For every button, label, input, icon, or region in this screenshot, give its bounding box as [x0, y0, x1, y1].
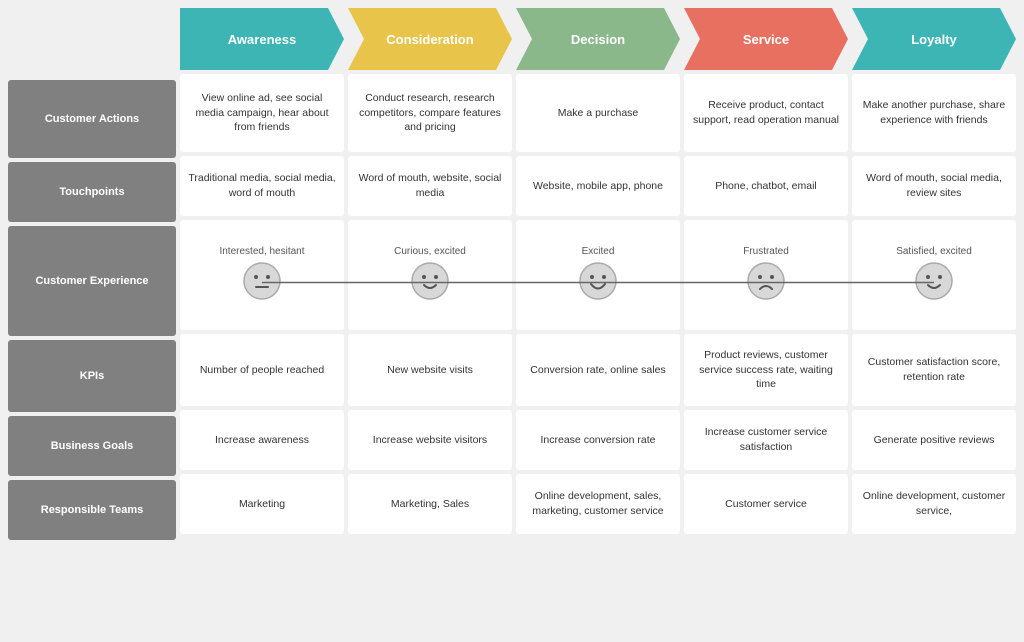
stage-header-loyalty: Loyalty: [852, 8, 1016, 70]
stage-header-awareness: Awareness: [180, 8, 344, 70]
touchpoints-decision: Website, mobile app, phone: [516, 156, 680, 216]
teams-loyalty: Online development, customer service,: [852, 474, 1016, 534]
kpis-consideration: New website visits: [348, 334, 512, 406]
label-touchpoints: Touchpoints: [8, 162, 176, 222]
goals-awareness: Increase awareness: [180, 410, 344, 470]
emotion-face-decision: [578, 261, 618, 304]
emotion-face-service: [746, 261, 786, 304]
stages-wrapper: AwarenessView online ad, see social medi…: [180, 8, 1016, 634]
kpis-loyalty: Customer satisfaction score, retention r…: [852, 334, 1016, 406]
goals-service: Increase customer service satisfaction: [684, 410, 848, 470]
stage-header-consideration: Consideration: [348, 8, 512, 70]
journey-map: Customer Actions Touchpoints Customer Ex…: [0, 0, 1024, 642]
stage-header-service: Service: [684, 8, 848, 70]
kpis-service: Product reviews, customer service succes…: [684, 334, 848, 406]
touchpoints-loyalty: Word of mouth, social media, review site…: [852, 156, 1016, 216]
label-customer-actions: Customer Actions: [8, 80, 176, 158]
actions-awareness: View online ad, see social media campaig…: [180, 74, 344, 152]
label-teams: Responsible Teams: [8, 480, 176, 540]
teams-service: Customer service: [684, 474, 848, 534]
stage-col-service: ServiceReceive product, contact support,…: [684, 8, 848, 634]
touchpoints-service: Phone, chatbot, email: [684, 156, 848, 216]
touchpoints-awareness: Traditional media, social media, word of…: [180, 156, 344, 216]
goals-consideration: Increase website visitors: [348, 410, 512, 470]
emotion-consideration: Curious, excited: [348, 220, 512, 330]
emotion-text-consideration: Curious, excited: [394, 246, 466, 257]
emotion-text-loyalty: Satisfied, excited: [896, 246, 972, 257]
actions-decision: Make a purchase: [516, 74, 680, 152]
teams-awareness: Marketing: [180, 474, 344, 534]
actions-service: Receive product, contact support, read o…: [684, 74, 848, 152]
emotion-face-loyalty: [914, 261, 954, 304]
stage-col-loyalty: LoyaltyMake another purchase, share expe…: [852, 8, 1016, 634]
emotion-awareness: Interested, hesitant: [180, 220, 344, 330]
label-goals: Business Goals: [8, 416, 176, 476]
emotion-service: Frustrated: [684, 220, 848, 330]
emotion-loyalty: Satisfied, excited: [852, 220, 1016, 330]
kpis-decision: Conversion rate, online sales: [516, 334, 680, 406]
label-column: Customer Actions Touchpoints Customer Ex…: [8, 80, 176, 634]
teams-consideration: Marketing, Sales: [348, 474, 512, 534]
touchpoints-consideration: Word of mouth, website, social media: [348, 156, 512, 216]
emotion-face-consideration: [410, 261, 450, 304]
goals-decision: Increase conversion rate: [516, 410, 680, 470]
stage-header-decision: Decision: [516, 8, 680, 70]
kpis-awareness: Number of people reached: [180, 334, 344, 406]
label-kpis: KPIs: [8, 340, 176, 412]
stage-col-consideration: ConsiderationConduct research, research …: [348, 8, 512, 634]
goals-loyalty: Generate positive reviews: [852, 410, 1016, 470]
stage-col-decision: DecisionMake a purchaseWebsite, mobile a…: [516, 8, 680, 634]
actions-loyalty: Make another purchase, share experience …: [852, 74, 1016, 152]
emotion-text-decision: Excited: [582, 246, 615, 257]
emotion-decision: Excited: [516, 220, 680, 330]
label-experience: Customer Experience: [8, 226, 176, 336]
teams-decision: Online development, sales, marketing, cu…: [516, 474, 680, 534]
emotion-text-service: Frustrated: [743, 246, 789, 257]
actions-consideration: Conduct research, research competitors, …: [348, 74, 512, 152]
emotion-face-awareness: [242, 261, 282, 304]
stage-col-awareness: AwarenessView online ad, see social medi…: [180, 8, 344, 634]
emotion-text-awareness: Interested, hesitant: [219, 246, 304, 257]
